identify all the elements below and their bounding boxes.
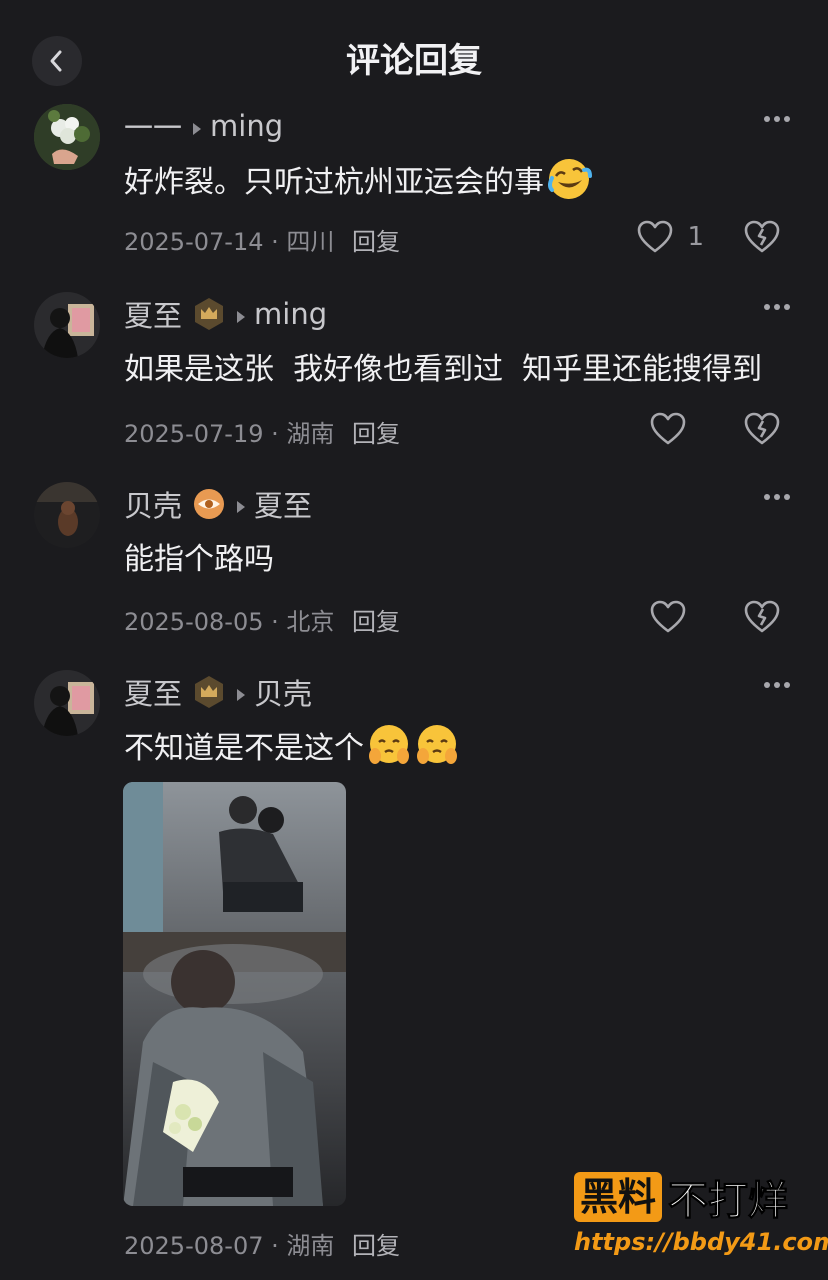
like-button[interactable] (650, 600, 686, 634)
reply-button[interactable]: 回复 (352, 1232, 400, 1260)
author-name[interactable]: 夏至 (124, 293, 182, 335)
more-options-icon[interactable] (764, 680, 790, 690)
comment-date: 2025-08-05 (124, 608, 264, 636)
comment-body: 好炸裂。只听过杭州亚运会的事 (124, 165, 544, 200)
comment-header: 一一 ming (124, 106, 283, 146)
comment-text: 如果是这张 我好像也看到过 知乎里还能搜得到 (124, 344, 762, 388)
comment-location: 四川 (286, 228, 335, 256)
comment-meta: 2025-07-14 · 四川 回复 (124, 228, 401, 256)
comment-date: 2025-07-14 (124, 228, 264, 256)
comment-header: 夏至 贝壳 (124, 672, 312, 712)
reply-button[interactable]: 回复 (352, 228, 400, 256)
dislike-button[interactable] (744, 220, 780, 258)
heart-icon (638, 220, 673, 253)
like-button[interactable] (650, 412, 686, 446)
comment-body: 如果是这张 我好像也看到过 知乎里还能搜得到 (124, 352, 763, 387)
author-name[interactable]: 贝壳 (124, 483, 182, 525)
top-bar: 评论回复 (0, 0, 828, 118)
comment-date: 2025-07-19 (124, 420, 264, 448)
crown-badge-icon (195, 676, 224, 708)
comment-text: 好炸裂。只听过杭州亚运会的事 (124, 156, 592, 202)
more-options-icon[interactable] (764, 302, 790, 312)
dislike-button[interactable] (744, 600, 780, 638)
reply-arrow-icon (192, 109, 202, 143)
reply-button[interactable]: 回复 (352, 420, 400, 448)
comment-image[interactable] (123, 782, 346, 1206)
shy-face-emoji (369, 725, 409, 764)
comment-text: 能指个路吗 (124, 534, 274, 578)
comment-location: 湖南 (286, 1232, 335, 1260)
shy-face-emoji (417, 725, 457, 764)
watermark-url: https://bbdy41.com (574, 1228, 828, 1256)
reply-to-name[interactable]: ming (254, 297, 327, 331)
comment-text: 不知道是不是这个 (124, 722, 460, 768)
reply-to-name[interactable]: 贝壳 (254, 671, 312, 713)
like-count: 1 (687, 222, 704, 252)
comment-item: 一一 ming 好炸裂。只听过杭州亚运会的事 2025-07-14 · 四川 回… (0, 104, 828, 274)
like-button[interactable]: 1 (637, 220, 704, 254)
watermark: 黑料 不打烊 https://bbdy41.com (574, 1170, 828, 1270)
more-options-icon[interactable] (764, 114, 790, 124)
avatar[interactable] (34, 292, 100, 358)
comment-meta: 2025-07-19 · 湖南 回复 (124, 420, 401, 448)
author-name[interactable]: 夏至 (124, 671, 182, 713)
reply-to-name[interactable]: 夏至 (254, 483, 312, 525)
comment-item: 贝壳 夏至 能指个路吗 2025-08-05 · 北京 回复 (0, 482, 828, 652)
author-name[interactable]: 一一 (124, 105, 182, 147)
reply-arrow-icon (236, 297, 246, 331)
broken-heart-icon (744, 600, 780, 633)
comment-date: 2025-08-07 (124, 1232, 264, 1260)
comment-location: 北京 (286, 608, 335, 636)
heart-icon (650, 412, 686, 445)
reply-arrow-icon (236, 675, 246, 709)
comment-meta: 2025-08-05 · 北京 回复 (124, 608, 401, 636)
watermark-title: 黑料 不打烊 (574, 1170, 814, 1225)
comment-meta: 2025-08-07 · 湖南 回复 (124, 1232, 401, 1260)
broken-heart-icon (744, 220, 780, 253)
eye-badge-icon (194, 489, 225, 519)
comment-body: 能指个路吗 (124, 542, 274, 577)
reply-to-name[interactable]: ming (210, 109, 283, 143)
crown-badge-icon (195, 298, 224, 330)
comment-body: 不知道是不是这个 (124, 731, 364, 766)
watermark-title-text: 不打烊 (668, 1178, 789, 1225)
reply-button[interactable]: 回复 (352, 608, 400, 636)
avatar[interactable] (34, 670, 100, 736)
comment-header: 夏至 ming (124, 294, 327, 334)
watermark-title-highlight: 黑料 (574, 1172, 663, 1222)
reply-arrow-icon (236, 487, 246, 521)
avatar[interactable] (34, 104, 100, 170)
comment-location: 湖南 (286, 420, 335, 448)
comment-item: 夏至 ming 如果是这张 我好像也看到过 知乎里还能搜得到 2025-07-1… (0, 292, 828, 462)
broken-heart-icon (744, 412, 780, 445)
dislike-button[interactable] (744, 412, 780, 450)
crying-laughing-emoji (548, 159, 592, 199)
page-title: 评论回复 (346, 41, 482, 81)
comment-header: 贝壳 夏至 (124, 484, 312, 524)
more-options-icon[interactable] (764, 492, 790, 502)
avatar[interactable] (34, 482, 100, 548)
heart-icon (650, 600, 686, 633)
